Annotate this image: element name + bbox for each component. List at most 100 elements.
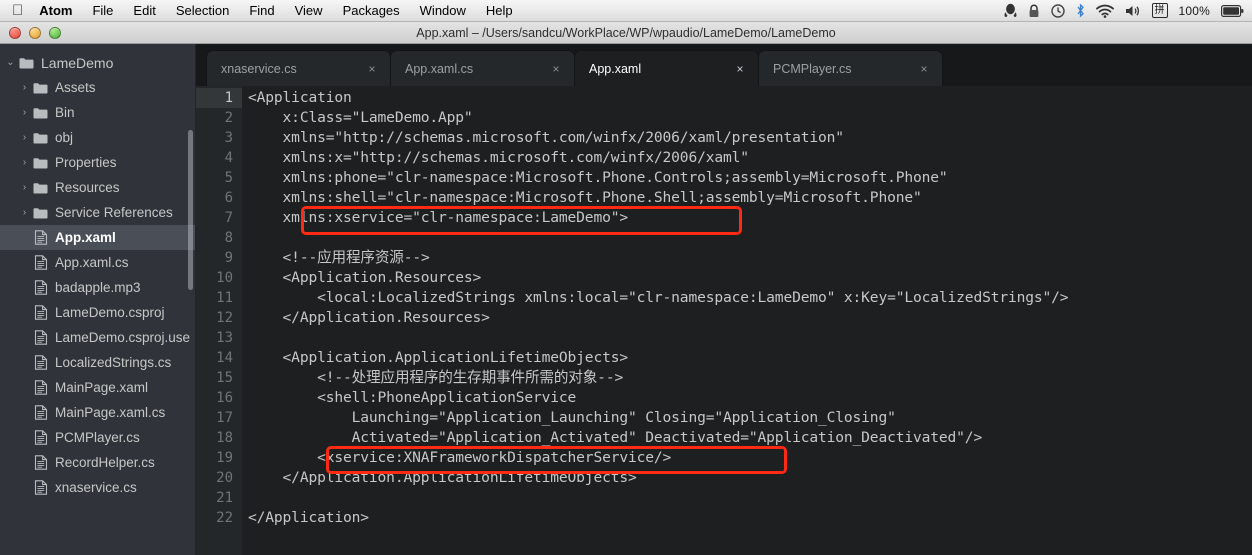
tree-item-obj[interactable]: › obj <box>0 125 195 150</box>
tree-item-service-references[interactable]: › Service References <box>0 200 195 225</box>
tree-item-recordhelper-cs[interactable]: RecordHelper.cs <box>0 450 195 475</box>
chevron-right-icon[interactable]: › <box>18 107 31 118</box>
wifi-icon[interactable] <box>1095 4 1114 18</box>
tree-item-label: xnaservice.cs <box>55 480 137 495</box>
tree-item-xnaservice-cs[interactable]: xnaservice.cs <box>0 475 195 500</box>
line-number: 3 <box>224 130 233 146</box>
tree-item-badapple-mp3[interactable]: badapple.mp3 <box>0 275 195 300</box>
code-line[interactable]: xmlns:shell="clr-namespace:Microsoft.Pho… <box>248 188 1252 208</box>
code-line[interactable]: <Application <box>248 88 1252 108</box>
line-number: 18 <box>216 430 233 446</box>
line-number: 2 <box>224 110 233 126</box>
input-method-icon[interactable]: 拼 <box>1151 3 1168 18</box>
code-line[interactable]: x:Class="LameDemo.App" <box>248 108 1252 128</box>
volume-icon[interactable] <box>1125 4 1141 18</box>
code-line[interactable]: Activated="Application_Activated" Deacti… <box>248 428 1252 448</box>
minimize-window-button[interactable] <box>29 26 41 39</box>
tab-app-xaml[interactable]: App.xaml × <box>574 50 759 86</box>
lock-icon[interactable] <box>1028 4 1040 18</box>
folder-icon <box>31 132 50 144</box>
close-icon[interactable]: × <box>548 62 564 76</box>
tree-item-localizedstrings-cs[interactable]: LocalizedStrings.cs <box>0 350 195 375</box>
close-icon[interactable]: × <box>916 62 932 76</box>
tab-label: App.xaml.cs <box>405 61 474 76</box>
menu-item-find[interactable]: Find <box>239 3 284 18</box>
tree-item-pcmplayer-cs[interactable]: PCMPlayer.cs <box>0 425 195 450</box>
tree-item-label: Properties <box>55 155 117 170</box>
file-icon <box>31 280 50 295</box>
tree-item-bin[interactable]: › Bin <box>0 100 195 125</box>
close-icon[interactable]: × <box>732 62 748 76</box>
code-line[interactable]: <!--处理应用程序的生存期事件所需的对象--> <box>248 368 1252 388</box>
code-line[interactable]: <xservice:XNAFrameworkDispatcherService/… <box>248 448 1252 468</box>
file-icon <box>31 405 50 420</box>
chevron-right-icon[interactable]: › <box>18 82 31 93</box>
tree-item-app-xaml-cs[interactable]: App.xaml.cs <box>0 250 195 275</box>
tree-item-resources[interactable]: › Resources <box>0 175 195 200</box>
chevron-right-icon[interactable]: › <box>18 132 31 143</box>
code-line[interactable]: xmlns="http://schemas.microsoft.com/winf… <box>248 128 1252 148</box>
tab-xnaservice-cs[interactable]: xnaservice.cs × <box>206 50 391 86</box>
tree-item-mainpage-xaml-cs[interactable]: MainPage.xaml.cs <box>0 400 195 425</box>
window-controls <box>0 26 61 39</box>
menu-item-view[interactable]: View <box>285 3 333 18</box>
tree-item-label: Bin <box>55 105 75 120</box>
code-line[interactable]: xmlns:phone="clr-namespace:Microsoft.Pho… <box>248 168 1252 188</box>
code-line[interactable]: <local:LocalizedStrings xmlns:local="clr… <box>248 288 1252 308</box>
tree-item-lamedemo-csproj-use[interactable]: LameDemo.csproj.use <box>0 325 195 350</box>
menu-item-edit[interactable]: Edit <box>123 3 165 18</box>
qq-penguin-icon[interactable] <box>1004 3 1017 18</box>
tree-item-label: MainPage.xaml.cs <box>55 405 166 420</box>
code-editor[interactable]: 1 2 3 4 5 6 7 8 9 10 11 12 13 14 15 16 17 18 19 20 21 22 <App… <box>196 86 1252 555</box>
bluetooth-icon[interactable] <box>1076 3 1085 18</box>
tree-item-mainpage-xaml[interactable]: MainPage.xaml <box>0 375 195 400</box>
menu-item-atom[interactable]: Atom <box>29 3 82 18</box>
code-line[interactable]: <Application.ApplicationLifetimeObjects> <box>248 348 1252 368</box>
code-line[interactable]: Launching="Application_Launching" Closin… <box>248 408 1252 428</box>
chevron-right-icon[interactable]: › <box>18 157 31 168</box>
file-icon <box>31 380 50 395</box>
tree-item-label: MainPage.xaml <box>55 380 149 395</box>
chevron-down-icon[interactable]: ⌄ <box>4 57 17 68</box>
code-line[interactable] <box>248 228 1252 248</box>
menu-item-file[interactable]: File <box>82 3 123 18</box>
code-line[interactable]: </Application.Resources> <box>248 308 1252 328</box>
window-title-bar: App.xaml – /Users/sandcu/WorkPlace/WP/wp… <box>0 22 1252 44</box>
tree-item-properties[interactable]: › Properties <box>0 150 195 175</box>
folder-icon <box>31 157 50 169</box>
chevron-right-icon[interactable]: › <box>18 182 31 193</box>
close-icon[interactable]: × <box>364 62 380 76</box>
apple-logo-icon[interactable]:  <box>12 3 23 18</box>
menu-item-packages[interactable]: Packages <box>333 3 410 18</box>
file-icon <box>31 430 50 445</box>
code-line[interactable]: <shell:PhoneApplicationService <box>248 388 1252 408</box>
tree-item-label: Assets <box>55 80 96 95</box>
sidebar-scrollbar[interactable] <box>188 130 193 290</box>
tab-app-xaml-cs[interactable]: App.xaml.cs × <box>390 50 575 86</box>
code-line[interactable]: <Application.Resources> <box>248 268 1252 288</box>
code-line[interactable]: </Application> <box>248 508 1252 528</box>
tree-item-assets[interactable]: › Assets <box>0 75 195 100</box>
menu-item-window[interactable]: Window <box>410 3 476 18</box>
code-line[interactable]: </Application.ApplicationLifetimeObjects… <box>248 468 1252 488</box>
tree-view-sidebar[interactable]: ⌄ LameDemo › Assets › Bin › obj › Properties › Re… <box>0 44 196 555</box>
menu-item-selection[interactable]: Selection <box>166 3 239 18</box>
battery-icon[interactable] <box>1221 4 1244 17</box>
line-number: 1 <box>196 88 242 108</box>
tree-item-root-lamedemo[interactable]: ⌄ LameDemo <box>0 50 195 75</box>
zoom-window-button[interactable] <box>49 26 61 39</box>
tree-item-lamedemo-csproj[interactable]: LameDemo.csproj <box>0 300 195 325</box>
code-line[interactable]: <!--应用程序资源--> <box>248 248 1252 268</box>
code-line[interactable]: xmlns:xservice="clr-namespace:LameDemo"> <box>248 208 1252 228</box>
time-machine-icon[interactable] <box>1050 3 1065 18</box>
chevron-right-icon[interactable]: › <box>18 207 31 218</box>
code-content[interactable]: <Application x:Class="LameDemo.App" xmln… <box>242 86 1252 555</box>
code-line[interactable] <box>248 328 1252 348</box>
code-line[interactable]: xmlns:x="http://schemas.microsoft.com/wi… <box>248 148 1252 168</box>
tab-pcmplayer-cs[interactable]: PCMPlayer.cs × <box>758 50 943 86</box>
tree-item-app-xaml[interactable]: App.xaml <box>0 225 195 250</box>
line-number: 22 <box>216 510 233 526</box>
code-line[interactable] <box>248 488 1252 508</box>
menu-item-help[interactable]: Help <box>476 3 523 18</box>
close-window-button[interactable] <box>9 26 21 39</box>
